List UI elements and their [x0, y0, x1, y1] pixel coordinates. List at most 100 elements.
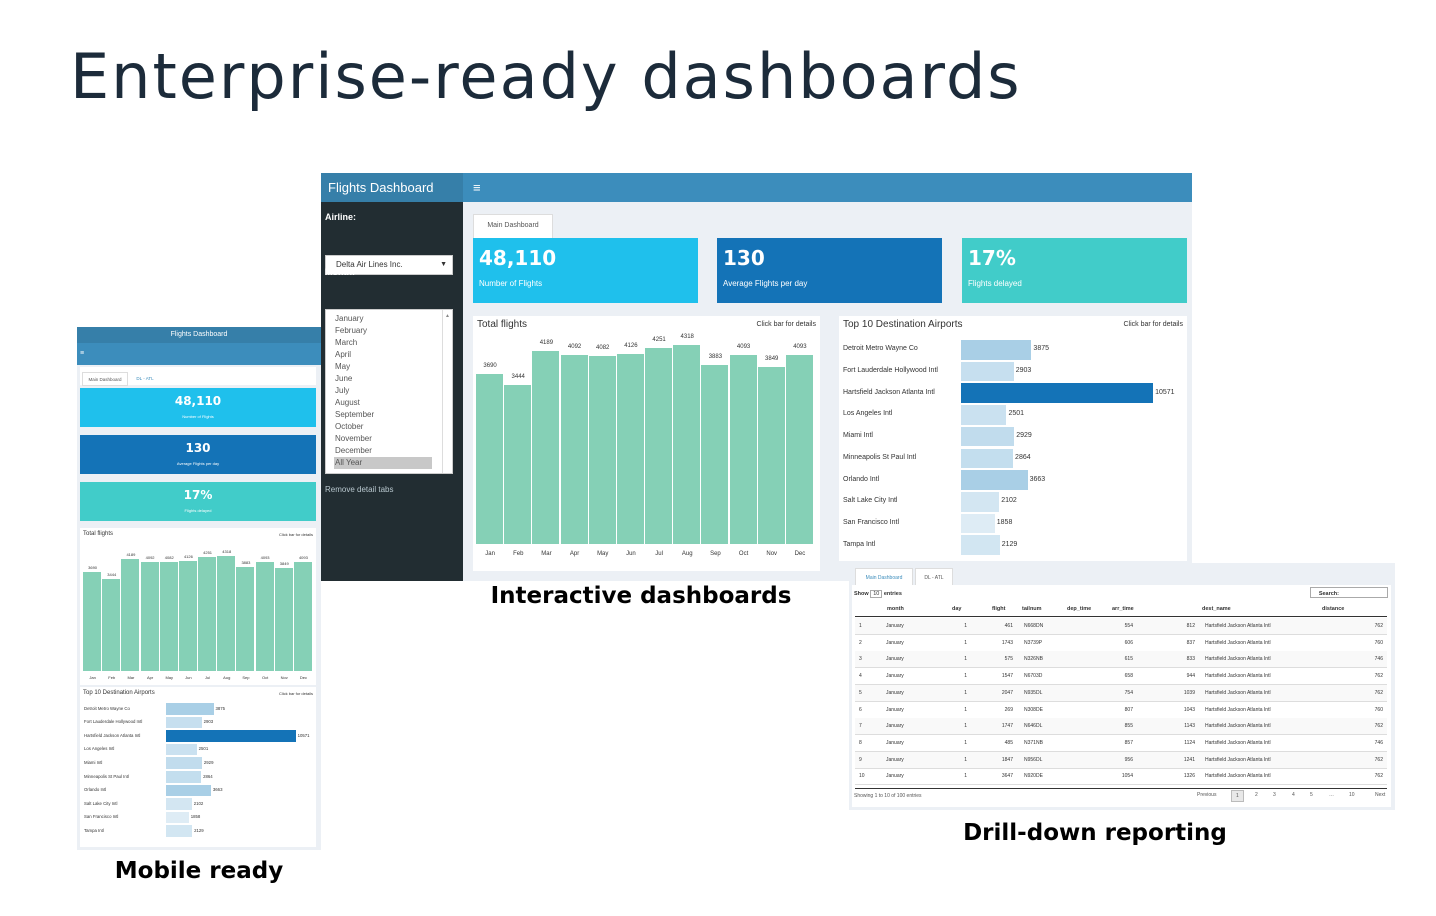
chart-bar[interactable] [198, 557, 218, 671]
chart-bar[interactable] [274, 568, 294, 671]
airport-bar[interactable] [166, 798, 192, 810]
chart-bar[interactable] [757, 366, 786, 544]
chart-bar[interactable] [616, 353, 645, 544]
chart-bar[interactable] [102, 578, 122, 671]
airport-bar[interactable] [166, 825, 193, 837]
pagination-10[interactable]: 10 [1349, 792, 1355, 798]
month-option[interactable]: June [335, 373, 452, 385]
month-option[interactable]: September [335, 409, 452, 421]
airport-bar[interactable] [961, 470, 1028, 490]
month-option[interactable]: All Year [334, 457, 432, 469]
chart-bar[interactable] [217, 555, 237, 671]
airport-bar[interactable] [166, 716, 202, 729]
entries-select[interactable]: 10 [870, 590, 883, 598]
value-box-avg-per-day: 130 Average Flights per day [717, 238, 942, 303]
month-option[interactable]: April [335, 349, 452, 361]
pagination-1[interactable]: 1 [1231, 790, 1244, 802]
month-option[interactable]: October [335, 421, 452, 433]
bar-value-label: 4093 [736, 344, 751, 351]
table-row[interactable]: 2 January 1 1743 N3739P 606 837 Hartsfield Jack… [855, 635, 1387, 652]
table-row[interactable]: 10 January 1 3647 N920DE 1054 1326 Hartsfield J… [855, 768, 1387, 786]
month-option[interactable]: March [335, 337, 452, 349]
table-row[interactable]: 9 January 1 1847 N956DL 956 1241 Hartsfield Jac… [855, 751, 1387, 769]
table-row[interactable]: 4 January 1 1547 N6703D 658 944 Hartsfield Jack… [855, 668, 1387, 686]
chart-bar[interactable] [673, 344, 702, 544]
chart-bar[interactable] [255, 561, 275, 671]
chart-bar[interactable] [178, 560, 198, 671]
chart-bar[interactable] [83, 572, 103, 671]
total-flights-panel: Total flights Click bar for details 3690… [473, 316, 820, 571]
tab-dl-atl[interactable]: DL - ATL [130, 372, 160, 386]
search-input[interactable] [1310, 587, 1388, 598]
chart-bar[interactable] [159, 561, 179, 671]
table-row[interactable]: 5 January 1 2047 N935DL 754 1039 Hartsfield Jac… [855, 684, 1387, 702]
airport-bar[interactable] [166, 771, 202, 783]
airport-bar[interactable] [961, 361, 1014, 382]
pagination-5[interactable]: 5 [1310, 792, 1313, 798]
chart-bar[interactable] [504, 385, 533, 544]
airport-bar[interactable] [166, 784, 211, 797]
airport-bar[interactable] [961, 491, 1000, 512]
menu-toggle-icon[interactable]: ≡ [463, 173, 481, 202]
table-row[interactable]: 8 January 1 485 N371NB 857 1124 Hartsfield Jack… [855, 735, 1387, 752]
chart-bar[interactable] [140, 561, 160, 671]
column-header-dest_name[interactable]: dest_name [1202, 606, 1231, 612]
month-option[interactable]: July [335, 385, 452, 397]
chart-bar[interactable] [293, 561, 313, 671]
chart-bar[interactable] [729, 355, 758, 544]
value-box-label: Flights delayed [184, 508, 212, 513]
table-row[interactable]: 7 January 1 1747 N646DL 855 1143 Hartsfield Jac… [855, 718, 1387, 736]
airport-bar[interactable] [961, 535, 1000, 555]
column-header-distance[interactable]: distance [1322, 606, 1344, 612]
month-option[interactable]: January [335, 313, 452, 325]
airport-bar[interactable] [166, 730, 296, 742]
month-option[interactable]: May [335, 361, 452, 373]
listbox-scrollbar[interactable]: ▲▼ [442, 310, 452, 473]
column-header-flight[interactable]: flight [992, 606, 1005, 612]
column-header-day[interactable]: day [952, 606, 961, 612]
chart-bar[interactable] [785, 355, 814, 544]
month-option[interactable]: August [335, 397, 452, 409]
chart-bar[interactable] [645, 348, 674, 544]
airport-bar[interactable] [166, 703, 214, 715]
column-header-tailnum[interactable]: tailnum [1022, 606, 1042, 612]
airport-bar[interactable] [961, 383, 1154, 404]
column-header-dep_time[interactable]: dep_time [1067, 606, 1091, 612]
tab-dl-atl[interactable]: DL - ATL [915, 568, 953, 586]
column-header-month[interactable]: month [887, 606, 904, 612]
tab-main-dashboard[interactable]: Main Dashboard [473, 214, 553, 238]
column-header-arr_time[interactable]: arr_time [1112, 606, 1134, 612]
chart-bar[interactable] [588, 355, 617, 544]
pagination-3[interactable]: 3 [1273, 792, 1276, 798]
table-cell: 1847 [1001, 756, 1013, 763]
airport-bar[interactable] [166, 743, 197, 756]
chart-bar[interactable] [532, 350, 561, 544]
month-option[interactable]: November [335, 433, 452, 445]
airport-bar[interactable] [961, 340, 1032, 360]
pagination-previous[interactable]: Previous [1197, 792, 1216, 798]
month-option[interactable]: February [335, 325, 452, 337]
airport-bar[interactable] [961, 448, 1014, 469]
tab-main-dashboard[interactable]: Main Dashboard [855, 568, 913, 586]
airport-bar[interactable] [961, 426, 1015, 447]
chart-bar[interactable] [476, 373, 505, 544]
table-row[interactable]: 1 January 1 461 N668DN 554 812 Hartsfield Jacks… [855, 618, 1387, 635]
airport-bar[interactable] [961, 405, 1007, 425]
chart-bar[interactable] [121, 558, 141, 671]
table-row[interactable]: 6 January 1 269 N308DE 807 1043 Hartsfield Jack… [855, 702, 1387, 719]
chart-bar[interactable] [701, 365, 730, 544]
pagination-2[interactable]: 2 [1255, 792, 1258, 798]
airport-bar[interactable] [166, 811, 189, 824]
menu-toggle-icon[interactable]: ≡ [77, 343, 321, 365]
airport-bar[interactable] [961, 513, 995, 534]
tab-main-dashboard[interactable]: Main Dashboard [82, 372, 128, 386]
remove-detail-tabs-link[interactable]: Remove detail tabs [325, 485, 393, 494]
pagination-4[interactable]: 4 [1292, 792, 1295, 798]
month-listbox[interactable]: January February March April May June July Augu… [325, 309, 453, 474]
table-row[interactable]: 3 January 1 575 N326NB 615 833 Hartsfield Jacks… [855, 651, 1387, 669]
month-option[interactable]: December [335, 445, 452, 457]
chart-bar[interactable] [560, 355, 589, 544]
pagination-next[interactable]: Next [1375, 792, 1385, 798]
airport-bar[interactable] [166, 757, 202, 769]
chart-bar[interactable] [236, 567, 256, 671]
